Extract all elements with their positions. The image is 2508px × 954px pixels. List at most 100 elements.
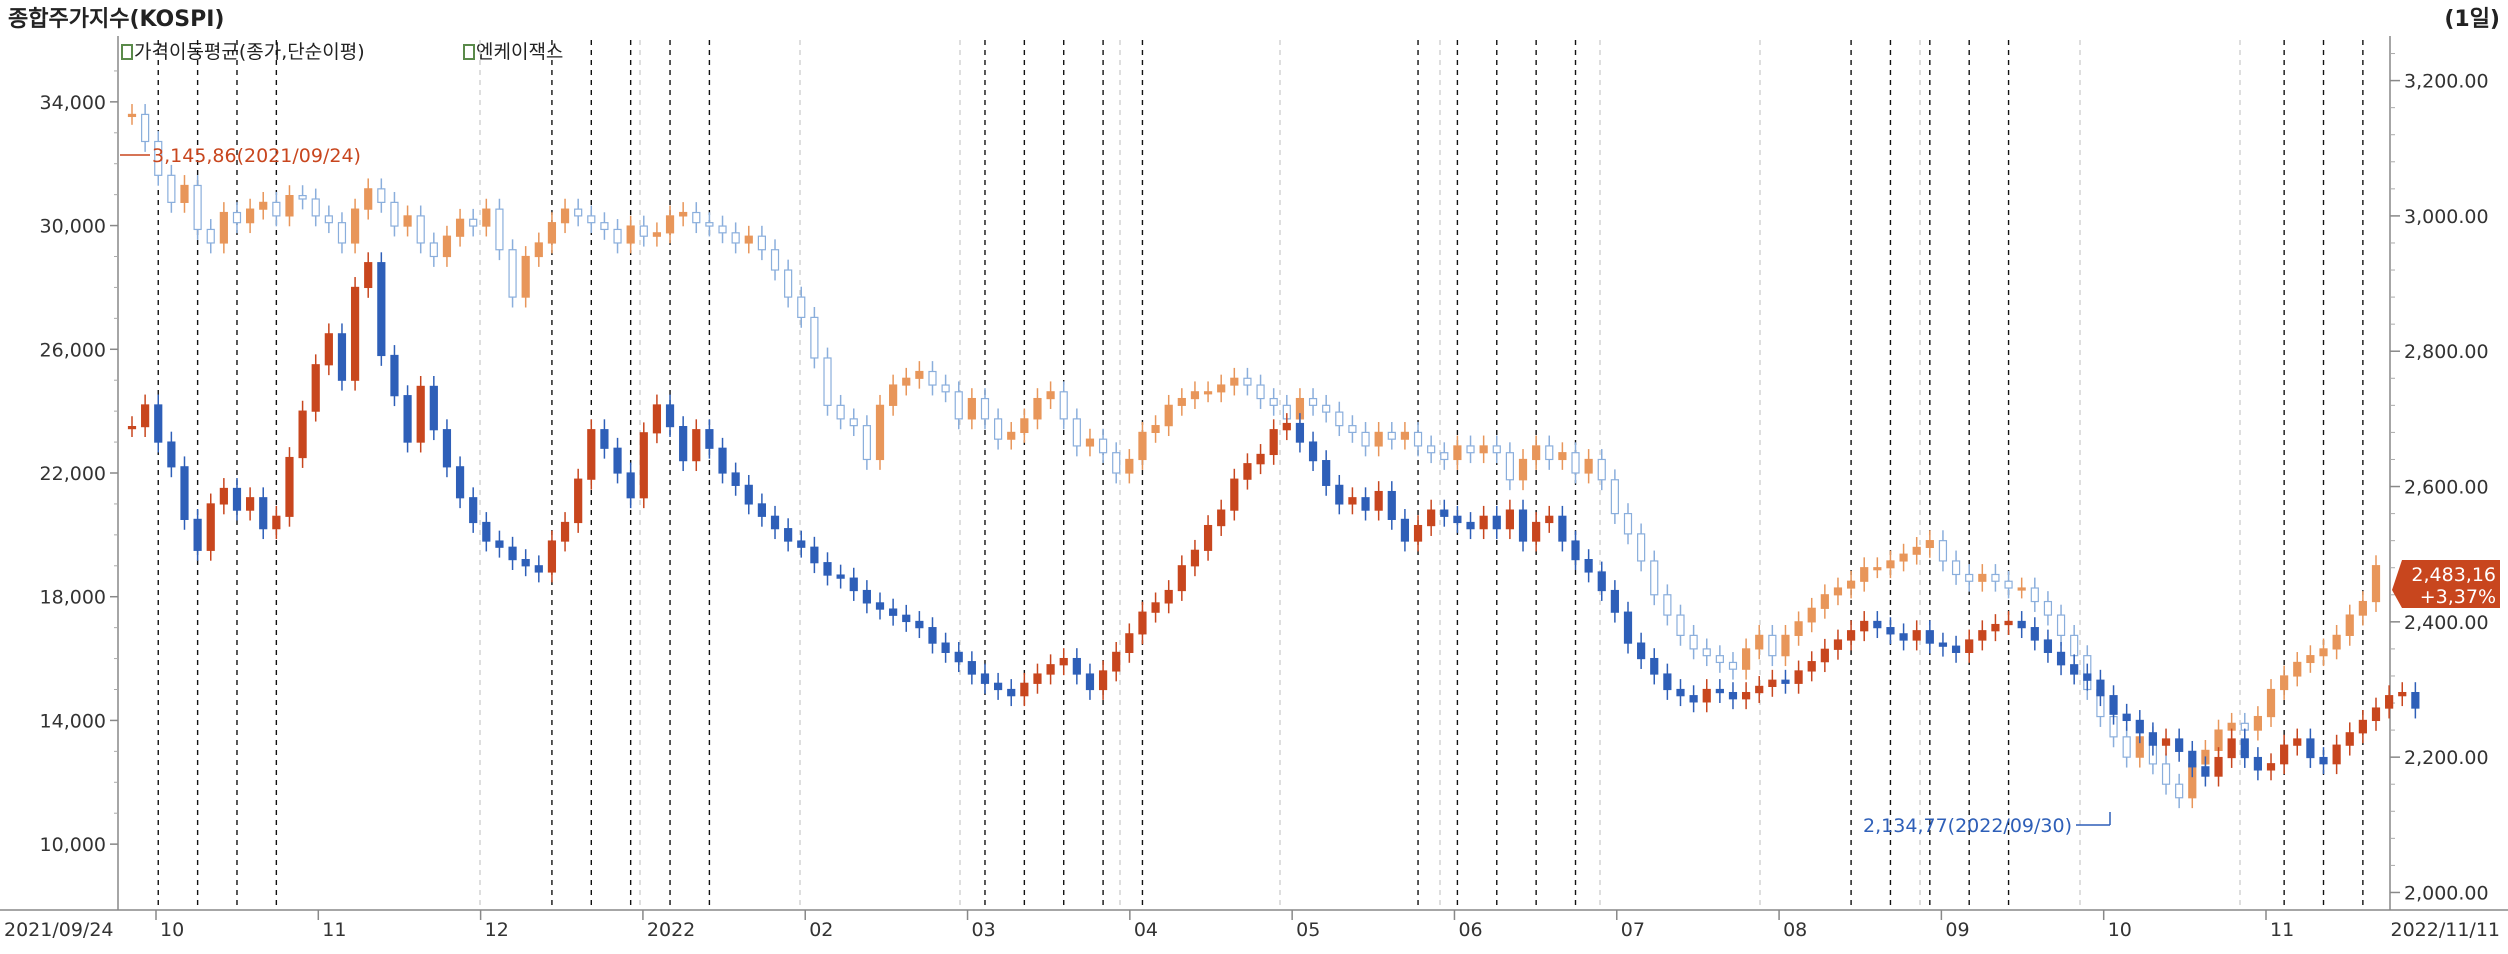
- price-candle-body: [2398, 691, 2407, 697]
- nkx-candle-body: [1308, 397, 1318, 406]
- price-candle-body: [744, 484, 753, 505]
- nkx-candle-body: [1702, 648, 1711, 657]
- price-candle-body: [403, 395, 412, 443]
- price-candle-body: [967, 661, 976, 675]
- nkx-candle-body: [1833, 587, 1843, 596]
- price-candle-body: [626, 472, 635, 499]
- price-candle-body: [364, 262, 373, 289]
- right-axis-tick-label: 2,000.00: [2404, 882, 2489, 904]
- nkx-candle-body: [665, 215, 675, 234]
- nkx-candle-body: [193, 184, 202, 231]
- price-candle-body: [2201, 766, 2210, 777]
- left-axis: 10,000 14,000 18,000 22,000 26,000 30,000 34,0…: [40, 70, 118, 856]
- nkx-candle-body: [298, 195, 307, 200]
- left-axis-tick-label: 22,000: [40, 463, 106, 485]
- nkx-candle-body: [889, 384, 898, 406]
- nkx-candle-body: [1269, 397, 1278, 406]
- price-candle-body: [1440, 509, 1449, 517]
- price-candle-body: [1059, 657, 1068, 666]
- price-candle-body: [587, 429, 596, 480]
- nkx-candle-body: [429, 242, 438, 258]
- nkx-candle-body: [875, 404, 885, 461]
- price-candle-body: [560, 521, 570, 542]
- price-candle-body: [1702, 688, 1711, 703]
- price-candle-body: [1072, 657, 1081, 675]
- nkx-candle-body: [928, 370, 937, 386]
- nkx-candle-body: [350, 208, 360, 244]
- price-candle-body: [757, 503, 766, 517]
- nkx-candle-body: [1440, 452, 1449, 461]
- price-candle-body: [1571, 540, 1580, 561]
- nkx-candle-body: [1046, 391, 1055, 400]
- price-candle-body: [1755, 685, 1764, 694]
- nkx-series: [127, 104, 2381, 809]
- price-candle-body: [1965, 639, 1974, 653]
- nkx-candle-body: [2004, 580, 2013, 589]
- nkx-candle-body: [2266, 688, 2276, 718]
- low-annotation-label: 2,134,77(2022/09/30): [1863, 815, 2072, 837]
- price-candle-body: [193, 518, 202, 551]
- x-axis-month-label: 11: [2270, 919, 2294, 941]
- nkx-candle-body: [206, 228, 215, 244]
- nkx-candle-body: [1322, 404, 1331, 413]
- nkx-candle-body: [364, 188, 373, 210]
- nkx-candle-body: [1991, 573, 2000, 582]
- nkx-candle-body: [1203, 391, 1213, 395]
- nkx-candle-body: [1492, 445, 1501, 454]
- right-axis-tick-label: 2,600.00: [2404, 477, 2489, 499]
- price-candle-body: [2004, 620, 2013, 626]
- price-candle-body: [692, 429, 701, 462]
- price-candle-body: [429, 385, 438, 431]
- price-candle-body: [639, 432, 648, 499]
- x-axis-start-label: 2021/09/24: [4, 919, 114, 941]
- price-candle-body: [1466, 521, 1475, 530]
- nkx-candle-body: [1335, 411, 1344, 427]
- price-candle-body: [2253, 756, 2262, 771]
- price-candle-body: [718, 447, 727, 474]
- nkx-candle-body: [652, 232, 662, 237]
- price-candle-body: [928, 627, 937, 644]
- nkx-candle-body: [141, 113, 150, 143]
- nkx-candle-body: [1479, 445, 1488, 454]
- price-candle-body: [219, 487, 228, 505]
- price-candle-body: [1794, 670, 1803, 684]
- nkx-candle-body: [1873, 567, 1882, 571]
- price-candle-body: [377, 262, 386, 357]
- price-candle-body: [797, 540, 806, 548]
- nkx-candle-body: [337, 222, 347, 244]
- nkx-candle-body: [219, 211, 228, 244]
- nkx-candle-body: [560, 208, 570, 224]
- price-candle-body: [495, 540, 504, 548]
- high-annotation: 3,145,86(2021/09/24): [120, 145, 361, 167]
- nkx-candle-body: [1650, 560, 1659, 596]
- price-candle-body: [731, 472, 740, 486]
- period-label[interactable]: (1일): [2444, 7, 2500, 32]
- left-axis-tick-label: 26,000: [40, 339, 106, 361]
- price-candle-body: [665, 404, 675, 428]
- price-candle-body: [246, 497, 255, 511]
- nkx-candle-body: [1348, 425, 1357, 434]
- nkx-candle-body: [2371, 565, 2381, 603]
- price-candle-body: [1322, 460, 1331, 486]
- nkx-candle-body: [1387, 431, 1396, 440]
- price-candle-body: [127, 426, 137, 430]
- price-candle-body: [1912, 630, 1921, 641]
- x-axis: 2021/09/24 2022/11/11 10 11 12 2022 02 03 04 05 06…: [4, 910, 2500, 941]
- legend-nkx-swatch: [463, 44, 475, 60]
- legend: 가격이동평균(종가,단순이평) 엔케이잭스: [121, 41, 563, 63]
- price-candle-body: [574, 478, 583, 524]
- price-candle-body: [1138, 611, 1147, 635]
- nkx-candle-body: [1886, 560, 1895, 569]
- nkx-candle-body: [1912, 546, 1921, 555]
- price-candle-body: [1256, 453, 1265, 465]
- price-candle-body: [311, 364, 320, 412]
- price-candle-body: [1085, 673, 1095, 691]
- nkx-candle-body: [1413, 431, 1423, 447]
- nkx-candle-body: [1112, 452, 1121, 474]
- price-candle-body: [613, 447, 622, 474]
- nkx-candle-body: [574, 208, 583, 217]
- chart-svg[interactable]: 종합주가지수(KOSPI) (1일) 가격이동평균(종가,단순이평) 엔케이잭스…: [0, 0, 2508, 954]
- price-candle-body: [167, 441, 176, 468]
- nkx-candle-body: [1676, 614, 1685, 636]
- nkx-candle-body: [482, 208, 491, 227]
